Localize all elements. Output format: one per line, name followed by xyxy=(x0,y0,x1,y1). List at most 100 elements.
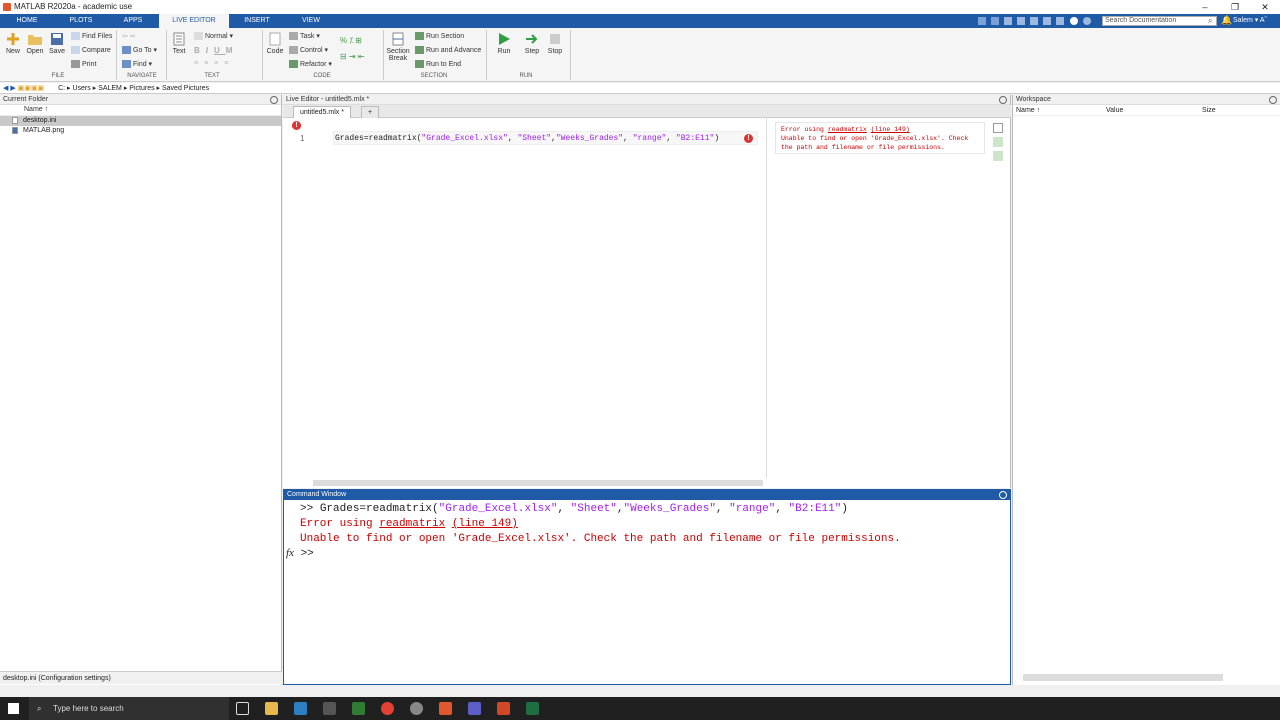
tab-live-editor[interactable]: LIVE EDITOR xyxy=(159,14,229,28)
control-dropdown[interactable]: Control ▾ xyxy=(289,46,328,55)
path-segment[interactable]: Saved Pictures xyxy=(162,85,209,92)
compare-button[interactable]: Compare xyxy=(71,46,111,54)
app-icon[interactable] xyxy=(323,702,336,715)
search-icon[interactable]: ⌕ xyxy=(1208,16,1212,26)
tab-untitled5[interactable]: untitled5.mlx * xyxy=(293,106,351,118)
close-button[interactable]: ✕ xyxy=(1250,0,1280,14)
file-details-bar[interactable]: desktop.ini (Configuration settings) xyxy=(0,671,282,684)
app-icon[interactable] xyxy=(352,702,365,715)
minimize-button[interactable]: – xyxy=(1190,0,1220,14)
command-window[interactable]: Command Window >> Grades=readmatrix("Gra… xyxy=(283,489,1011,685)
tab-plots[interactable]: PLOTS xyxy=(54,14,108,28)
app-icon[interactable] xyxy=(294,702,307,715)
bell-icon[interactable]: 🔔 xyxy=(1221,15,1232,26)
section-break-button[interactable]: Section Break xyxy=(386,32,410,62)
live-editor-panel: Live Editor - untitled5.mlx * untitled5.… xyxy=(283,95,1011,488)
user-account-menu[interactable]: Salem ▾ Aˇ xyxy=(1233,14,1267,28)
tab-home[interactable]: HOME xyxy=(0,14,54,28)
output-right-icon[interactable] xyxy=(993,137,1003,147)
maximize-button[interactable]: ❐ xyxy=(1220,0,1250,14)
line-link[interactable]: (line 149) xyxy=(871,126,910,133)
column-header-value[interactable]: Value xyxy=(1106,105,1123,116)
code-button[interactable]: Code xyxy=(266,32,284,55)
start-icon[interactable] xyxy=(8,703,19,714)
goto-button[interactable]: Go To ▾ xyxy=(122,46,157,55)
code-line[interactable]: Grades=readmatrix("Grade_Excel.xlsx", "S… xyxy=(333,131,758,145)
settings-icon[interactable] xyxy=(410,702,423,715)
panel-menu-icon[interactable] xyxy=(999,96,1007,104)
path-segment[interactable]: Pictures xyxy=(129,85,154,92)
chrome-icon[interactable] xyxy=(381,702,394,715)
find-files-icon xyxy=(71,32,80,40)
open-button[interactable]: Open xyxy=(25,32,45,55)
tab-view[interactable]: VIEW xyxy=(285,14,337,28)
excel-icon[interactable] xyxy=(526,702,539,715)
alignment-buttons[interactable]: ≡≡≡≡ xyxy=(194,60,234,67)
tab-apps[interactable]: APPS xyxy=(108,14,158,28)
readmatrix-link[interactable]: readmatrix xyxy=(828,126,867,133)
save-button[interactable]: Save xyxy=(48,32,66,55)
indent-buttons[interactable]: ⊟ ⇥ ⇤ xyxy=(340,52,365,61)
error-indicator-icon[interactable]: ! xyxy=(292,121,301,130)
task-dropdown[interactable]: Task ▾ xyxy=(289,32,320,41)
column-header-name[interactable]: Name ↑ xyxy=(1016,105,1040,116)
readmatrix-link[interactable]: readmatrix xyxy=(379,518,445,530)
step-button[interactable]: Step xyxy=(521,32,543,55)
line-error-icon[interactable]: ! xyxy=(744,134,753,143)
comment-buttons[interactable]: % ⁒ ⊞ xyxy=(340,36,362,45)
address-bar[interactable]: ◀ ▶ ▣▣▣▣ C: ▸ Users ▸ SALEM ▸ Pictures ▸… xyxy=(0,83,1280,94)
task-view-icon[interactable] xyxy=(236,702,249,715)
refactor-dropdown[interactable]: Refactor ▾ xyxy=(289,60,332,69)
list-item[interactable]: desktop.ini xyxy=(0,116,281,126)
back-forward-nav[interactable]: ⇦ ⇨ xyxy=(122,32,136,40)
task-icon xyxy=(289,32,298,41)
column-header-size[interactable]: Size xyxy=(1202,105,1216,116)
horizontal-scrollbar[interactable] xyxy=(1023,674,1223,681)
file-explorer-icon[interactable] xyxy=(265,702,278,715)
output-view-controls[interactable] xyxy=(993,123,1005,167)
bold-button[interactable]: B xyxy=(194,46,206,55)
tab-insert[interactable]: INSERT xyxy=(229,14,285,28)
text-button[interactable]: Text xyxy=(170,32,188,55)
nav-arrows-icon[interactable]: ◀ ▶ xyxy=(3,85,18,92)
list-item[interactable]: MATLAB.png xyxy=(0,126,281,136)
panel-menu-icon[interactable] xyxy=(270,96,278,104)
path-segment[interactable]: Users xyxy=(72,85,90,92)
teams-icon[interactable] xyxy=(468,702,481,715)
path-segment[interactable]: SALEM xyxy=(98,85,122,92)
new-button[interactable]: New xyxy=(4,32,22,55)
taskbar-search[interactable]: ⌕ Type here to search xyxy=(29,697,229,720)
hide-code-icon[interactable] xyxy=(993,151,1003,161)
output-pane: Error using readmatrix (line 149) Unable… xyxy=(766,118,991,478)
text-style-dropdown[interactable]: Normal ▾ xyxy=(194,32,233,41)
matlab-icon[interactable] xyxy=(439,702,452,715)
underline-button[interactable]: U xyxy=(214,46,226,55)
stop-button[interactable]: Stop xyxy=(545,32,565,55)
path-segment[interactable]: C: xyxy=(58,85,65,92)
group-separator xyxy=(262,30,263,80)
column-header-name[interactable]: Name ↑ xyxy=(0,105,281,116)
text-format-buttons[interactable]: BIUM xyxy=(194,46,238,55)
line-link[interactable]: (line 149) xyxy=(452,518,518,530)
search-documentation-input[interactable]: Search Documentation xyxy=(1102,16,1217,26)
quick-access-toolbar[interactable] xyxy=(976,16,1098,26)
italic-button[interactable]: I xyxy=(206,46,214,55)
run-and-advance-button[interactable]: Run and Advance xyxy=(415,46,481,54)
run-to-end-button[interactable]: Run to End xyxy=(415,60,461,68)
find-button[interactable]: Find ▾ xyxy=(122,60,152,69)
find-files-button[interactable]: Find Files xyxy=(71,32,112,40)
powerpoint-icon[interactable] xyxy=(497,702,510,715)
fx-icon[interactable]: fx xyxy=(286,547,294,559)
add-tab-button[interactable]: + xyxy=(361,106,380,118)
run-section-button[interactable]: Run Section xyxy=(415,32,464,40)
print-button[interactable]: Print xyxy=(71,60,96,68)
run-button[interactable]: Run xyxy=(494,32,514,55)
panel-menu-icon[interactable] xyxy=(1269,96,1277,104)
panel-menu-icon[interactable] xyxy=(999,491,1007,499)
command-prompt[interactable]: fx >> xyxy=(286,547,314,560)
folder-toolbar-icons[interactable]: ▣▣▣▣ xyxy=(18,85,46,92)
refactor-icon xyxy=(289,60,298,69)
output-inline-icon[interactable] xyxy=(993,123,1003,133)
monospace-button[interactable]: M xyxy=(226,46,239,55)
horizontal-scrollbar[interactable] xyxy=(313,480,763,486)
